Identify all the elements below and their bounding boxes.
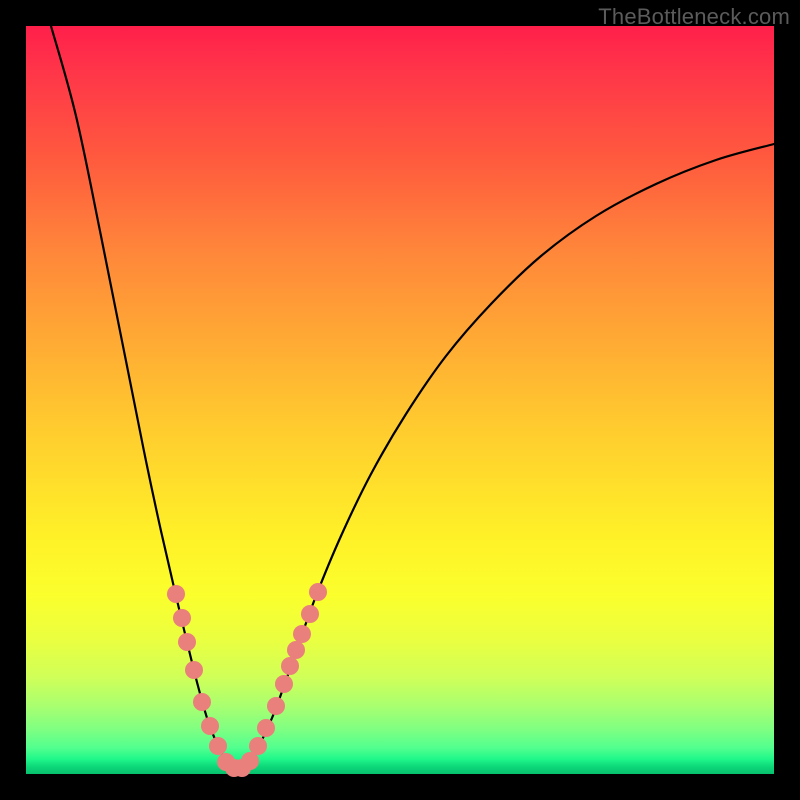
bead-marker <box>167 585 185 603</box>
bead-marker <box>173 609 191 627</box>
bead-marker <box>293 625 311 643</box>
bead-marker <box>267 697 285 715</box>
bead-marker <box>178 633 196 651</box>
bead-marker <box>193 693 211 711</box>
bead-marker <box>309 583 327 601</box>
bead-marker <box>281 657 299 675</box>
bead-marker <box>301 605 319 623</box>
chart-frame <box>26 26 774 774</box>
bottleneck-curve <box>51 26 774 769</box>
beads-group <box>167 583 327 777</box>
bead-marker <box>185 661 203 679</box>
bead-marker <box>209 737 227 755</box>
bead-marker <box>257 719 275 737</box>
bead-marker <box>287 641 305 659</box>
bead-marker <box>249 737 267 755</box>
bead-marker <box>275 675 293 693</box>
bead-marker <box>201 717 219 735</box>
chart-svg <box>26 26 774 774</box>
